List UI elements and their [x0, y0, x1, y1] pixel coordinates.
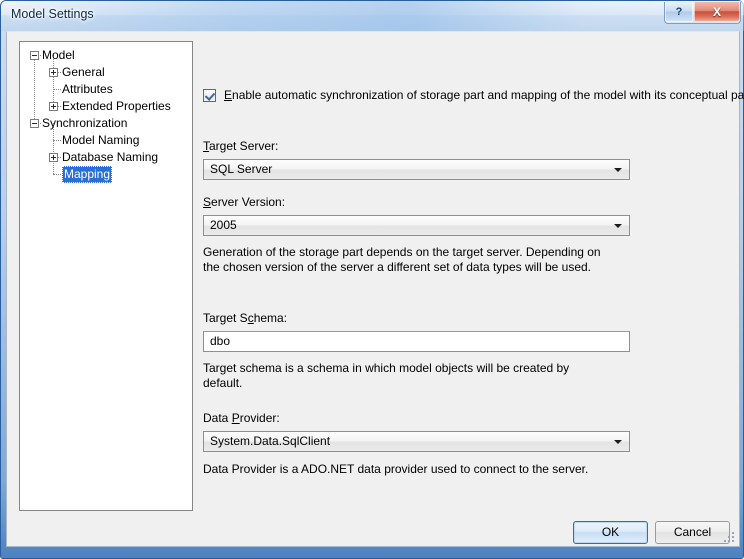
enable-sync-accesskey: E	[224, 88, 233, 102]
expand-icon[interactable]	[49, 68, 58, 77]
target-schema-input[interactable]: dbo	[203, 331, 630, 352]
tree-connector	[53, 174, 61, 176]
tree-item-label: Extended Properties	[62, 99, 171, 113]
tree-item-label: General	[62, 65, 105, 79]
tree-item-label: Mapping	[62, 166, 113, 183]
tree-item-general[interactable]: General	[20, 64, 192, 81]
target-schema-label-pre: Target S	[203, 311, 248, 325]
data-provider-accesskey: P	[231, 411, 240, 425]
chevron-down-icon[interactable]	[614, 168, 622, 172]
tree-item-model[interactable]: Model	[20, 47, 192, 64]
server-version-label-text: erver Version:	[211, 195, 286, 209]
target-server-label: Target Server:	[203, 139, 278, 153]
settings-tree[interactable]: Model General Attributes Extended Propertie…	[19, 41, 193, 511]
enable-sync-row[interactable]: Enable automatic synchronization of stor…	[203, 88, 744, 102]
tree-item-database-naming[interactable]: Database Naming	[20, 149, 192, 166]
server-version-label: Server Version:	[203, 195, 285, 209]
tree-item-synchronization[interactable]: Synchronization	[20, 115, 192, 132]
server-version-value: 2005	[210, 218, 237, 232]
server-version-accesskey: S	[203, 195, 212, 209]
collapse-icon[interactable]	[30, 51, 39, 60]
tree-item-label: Synchronization	[42, 116, 128, 130]
data-provider-label-pre: Data	[203, 411, 232, 425]
provider-help-text: Data Provider is a ADO.NET data provider…	[203, 462, 589, 476]
title-bar[interactable]: Model Settings ? X	[1, 1, 744, 31]
server-version-combobox[interactable]: 2005	[203, 215, 630, 236]
window-title: Model Settings	[11, 7, 94, 21]
schema-help-text: Target schema is a schema in which model…	[203, 361, 570, 390]
target-server-value: SQL Server	[210, 162, 273, 176]
server-help-text: Generation of the storage part depends o…	[203, 245, 601, 274]
expand-icon[interactable]	[49, 153, 58, 162]
data-provider-combobox[interactable]: System.Data.SqlClient	[203, 431, 630, 452]
caption-button-group: ? X	[664, 2, 741, 24]
collapse-icon[interactable]	[30, 119, 39, 128]
enable-sync-label: Enable automatic synchronization of stor…	[224, 88, 744, 102]
target-schema-label: Target Schema:	[203, 311, 287, 325]
tree-connector	[53, 89, 61, 91]
mapping-settings-panel: Enable automatic synchronization of stor…	[203, 41, 744, 511]
chevron-down-icon[interactable]	[614, 440, 622, 444]
help-icon[interactable]: ?	[665, 2, 693, 22]
data-provider-label: Data Provider:	[203, 411, 280, 425]
tree-item-label: Database Naming	[62, 150, 159, 164]
ok-button[interactable]: OK	[573, 521, 648, 544]
target-schema-label-post: hema:	[253, 311, 288, 325]
model-settings-dialog: Model Settings ? X Model General Attribute…	[0, 0, 744, 559]
data-provider-label-post: rovider:	[239, 411, 280, 425]
resize-grip[interactable]	[724, 532, 736, 544]
enable-sync-checkbox[interactable]	[203, 88, 216, 102]
dialog-client-area: Model General Attributes Extended Propertie…	[6, 31, 744, 547]
target-server-combobox[interactable]: SQL Server	[203, 159, 630, 180]
tree-item-attributes[interactable]: Attributes	[20, 81, 192, 98]
expand-icon[interactable]	[49, 102, 58, 111]
target-server-label-text: arget Server:	[209, 139, 279, 153]
tree-connector	[53, 140, 61, 142]
tree-item-label: Model	[42, 48, 75, 62]
tree-item-label: Model Naming	[62, 133, 140, 147]
cancel-button[interactable]: Cancel	[655, 521, 730, 544]
tree-item-model-naming[interactable]: Model Naming	[20, 132, 192, 149]
tree-item-label: Attributes	[62, 82, 113, 96]
tree-item-mapping[interactable]: Mapping	[20, 166, 192, 183]
tree-item-extended-properties[interactable]: Extended Properties	[20, 98, 192, 115]
chevron-down-icon[interactable]	[614, 224, 622, 228]
enable-sync-text: nable automatic synchronization of stora…	[232, 88, 744, 102]
close-icon[interactable]: X	[694, 2, 740, 22]
data-provider-value: System.Data.SqlClient	[210, 434, 331, 448]
